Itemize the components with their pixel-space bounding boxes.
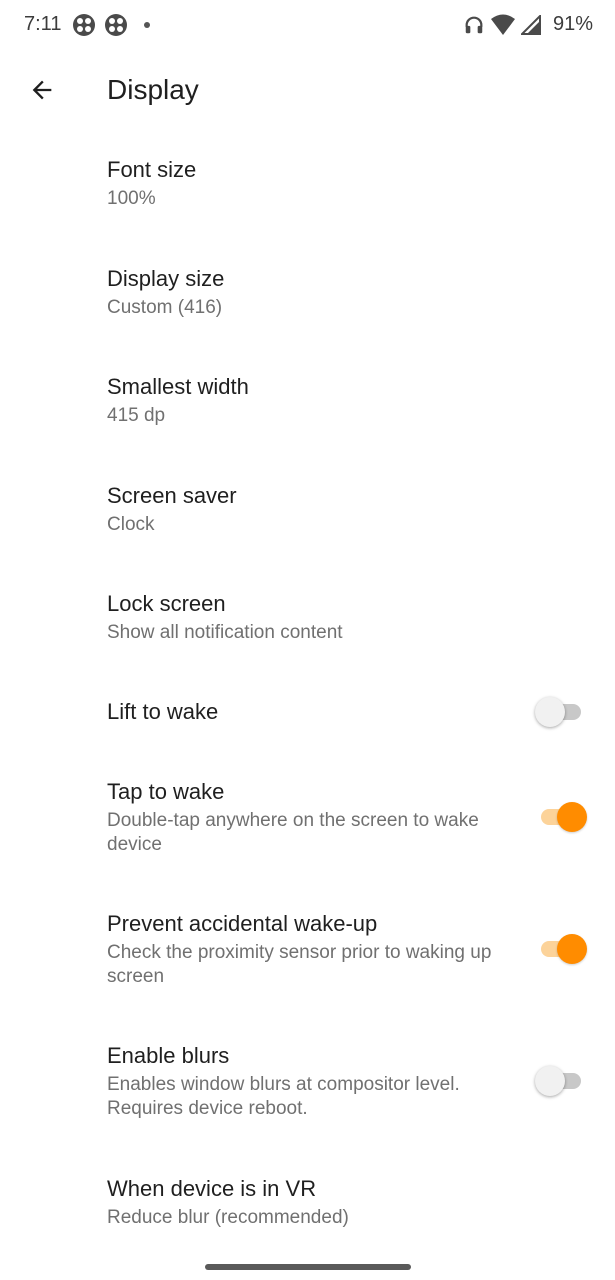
setting-title: Enable blurs xyxy=(107,1043,230,1068)
setting-title: Smallest width xyxy=(107,374,249,399)
setting-title: Lift to wake xyxy=(107,699,219,724)
toggle-thumb xyxy=(535,1066,565,1096)
status-time: 7:11 xyxy=(24,13,62,35)
lift-to-wake-toggle[interactable] xyxy=(535,694,587,730)
setting-display-size[interactable]: Display size Custom (416) xyxy=(0,264,615,320)
status-notification-icons xyxy=(72,13,150,37)
app-bar: Display xyxy=(0,52,615,132)
setting-summary: Double-tap anywhere on the screen to wak… xyxy=(107,810,479,855)
status-system-icons: 91% xyxy=(463,13,593,36)
setting-screen-saver[interactable]: Screen saver Clock xyxy=(0,481,615,537)
prevent-accidental-wake-up-toggle[interactable] xyxy=(535,931,587,967)
setting-lock-screen[interactable]: Lock screen Show all notification conten… xyxy=(0,589,615,645)
setting-lift-to-wake[interactable]: Lift to wake xyxy=(0,697,615,727)
setting-enable-blurs[interactable]: Enable blurs Enables window blurs at com… xyxy=(0,1041,615,1121)
setting-title: Prevent accidental wake-up xyxy=(107,911,378,936)
setting-prevent-accidental-wake-up[interactable]: Prevent accidental wake-up Check the pro… xyxy=(0,909,615,989)
setting-title: Font size xyxy=(107,157,197,182)
setting-summary: 415 dp xyxy=(107,405,166,426)
setting-title: Display size xyxy=(107,266,225,291)
setting-title: Lock screen xyxy=(107,591,226,616)
arrow-back-icon xyxy=(28,76,56,109)
tap-to-wake-toggle[interactable] xyxy=(535,799,587,835)
setting-when-device-is-in-vr[interactable]: When device is in VR Reduce blur (recomm… xyxy=(0,1174,615,1230)
navigation-gesture-handle[interactable] xyxy=(205,1264,411,1270)
toggle-thumb xyxy=(535,697,565,727)
signal-icon xyxy=(520,14,541,35)
app-notification-icon xyxy=(104,13,128,37)
setting-title: When device is in VR xyxy=(107,1176,317,1201)
setting-font-size[interactable]: Font size 100% xyxy=(0,155,615,211)
toggle-thumb xyxy=(557,934,587,964)
setting-tap-to-wake[interactable]: Tap to wake Double-tap anywhere on the s… xyxy=(0,777,615,857)
headphones-icon xyxy=(463,14,485,36)
setting-title: Screen saver xyxy=(107,483,237,508)
status-bar: 7:11 91% xyxy=(0,0,615,52)
setting-summary: Clock xyxy=(107,514,155,535)
app-notification-icon xyxy=(72,13,96,37)
enable-blurs-toggle[interactable] xyxy=(535,1063,587,1099)
page-title: Display xyxy=(107,74,199,105)
setting-summary: 100% xyxy=(107,188,156,209)
wifi-icon xyxy=(490,14,515,36)
setting-smallest-width[interactable]: Smallest width 415 dp xyxy=(0,372,615,428)
setting-summary: Check the proximity sensor prior to waki… xyxy=(107,942,492,987)
setting-summary: Show all notification content xyxy=(107,622,343,643)
setting-summary: Reduce blur (recommended) xyxy=(107,1207,349,1228)
setting-summary: Enables window blurs at compositor level… xyxy=(107,1074,460,1119)
toggle-thumb xyxy=(557,802,587,832)
setting-title: Tap to wake xyxy=(107,779,225,804)
back-button[interactable] xyxy=(18,68,66,116)
setting-summary: Custom (416) xyxy=(107,297,223,318)
notification-dot-icon xyxy=(144,22,150,28)
battery-percentage: 91% xyxy=(552,13,593,35)
